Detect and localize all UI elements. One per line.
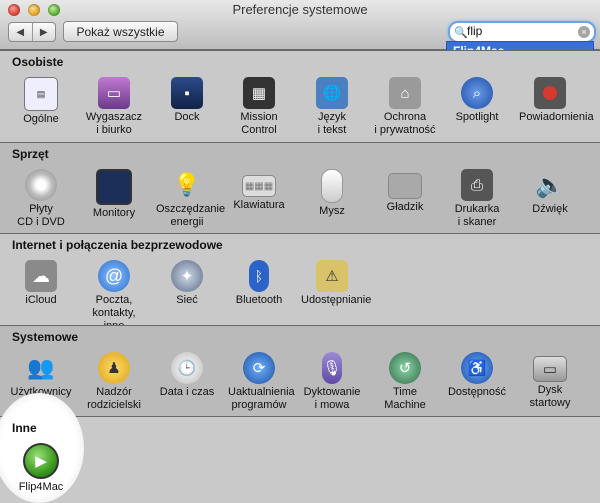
clear-search-icon[interactable]: × [578,26,590,38]
notifications-icon [534,77,566,109]
keyboard-icon: ▦▦▦ [242,175,276,197]
pane-software-update[interactable]: ⟳ Uaktualnienia programów [228,352,295,412]
pane-accessibility[interactable]: ♿ Dostępność [446,352,508,399]
pane-mouse[interactable]: Mysz [301,169,363,218]
section-title: Osobiste [12,55,64,69]
pane-time-machine[interactable]: ↺ Time Machine [374,352,436,412]
pane-icloud[interactable]: ☁ iCloud [10,260,72,307]
speaker-icon: 🔈 [535,171,565,199]
time-machine-icon: ↺ [389,352,421,384]
pane-keyboard[interactable]: ▦▦▦ Klawiatura [228,169,290,212]
back-button[interactable]: ◀ [9,23,32,41]
mouse-icon [321,169,343,203]
section-title: Internet i połączenia bezprzewodowe [12,238,223,252]
pane-displays[interactable]: Monitory [83,169,145,220]
section-osobiste: Osobiste ▤ Ogólne ▭ Wygaszacz i biurko ▪… [0,50,600,143]
pane-sound[interactable]: 🔈 Dźwięk [519,169,581,216]
globe-icon: ✦ [171,260,203,292]
section-systemowe: Systemowe 👥 Użytkownicy i grupy ♟ Nadzór… [0,325,600,417]
pane-cds-dvds[interactable]: Płyty CD i DVD [10,169,72,229]
un-flag-icon: 🌐 [316,77,348,109]
search-input-value[interactable]: flip [467,24,482,38]
bluetooth-icon: ᛒ [249,260,269,292]
pane-startup-disk[interactable]: ▭ Dysk startowy [519,352,581,410]
pane-printers[interactable]: ⎙ Drukarka i skaner [446,169,508,229]
search-field[interactable]: 🔍 flip × [448,21,596,43]
clock-icon: 🕒 [171,352,203,384]
software-update-icon: ⟳ [243,352,275,384]
pane-dock[interactable]: ▪ Dock [156,77,218,124]
play-icon: ▶ [23,443,59,479]
display-icon [96,169,132,205]
microphone-icon: 🎙 [322,352,342,384]
pane-mail-contacts[interactable]: @ Poczta, kontakty, inne [83,260,145,333]
section-title: Systemowe [12,330,79,344]
pane-notifications[interactable]: Powiadomienia [519,77,594,124]
section-title: Inne [12,421,37,435]
pane-bluetooth[interactable]: ᛒ Bluetooth [228,260,290,307]
forward-button[interactable]: ▶ [31,23,56,41]
pane-general[interactable]: ▤ Ogólne [10,77,72,126]
pane-mission-control[interactable]: ▦ Mission Control [228,77,290,137]
pane-date-time[interactable]: 🕒 Data i czas [156,352,218,399]
general-icon: ▤ [24,77,58,111]
dock-icon: ▪ [171,77,203,109]
pane-trackpad[interactable]: Gładzik [374,169,436,214]
accessibility-icon: ♿ [461,352,493,384]
trackpad-icon [388,173,422,199]
desktop-icon: ▭ [98,77,130,109]
pane-energy-saver[interactable]: 💡 Oszczędzanie energii [156,169,225,229]
cloud-icon: ☁ [25,260,57,292]
at-sign-icon: @ [98,260,130,292]
window-title: Preferencje systemowe [232,2,368,17]
pane-parental-controls[interactable]: ♟ Nadzór rodzicielski [83,352,145,412]
pane-dictation-speech[interactable]: 🎙 Dyktowanie i mowa [301,352,363,412]
pane-flip4mac[interactable]: ▶ Flip4Mac [10,443,72,494]
users-icon: 👥 [27,355,55,380]
parental-controls-icon: ♟ [98,352,130,384]
pane-desktop-screensaver[interactable]: ▭ Wygaszacz i biurko [83,77,145,137]
sharing-folder-icon: ⚠ [316,260,348,292]
section-inne: Inne ▶ Flip4Mac [0,393,600,503]
section-internet: Internet i połączenia bezprzewodowe ☁ iC… [0,233,600,332]
section-title: Sprzęt [12,147,49,161]
section-sprzet: Sprzęt Płyty CD i DVD Monitory 💡 Oszczęd… [0,142,600,234]
spotlight-icon: ⌕ [461,77,493,109]
pane-sharing[interactable]: ⚠ Udostępnianie [301,260,371,307]
search-icon: 🔍 [454,27,468,39]
pane-language[interactable]: 🌐 Język i tekst [301,77,363,137]
show-all-button[interactable]: Pokaż wszystkie [63,21,178,42]
house-icon: ⌂ [389,77,421,109]
disk-icon: ▭ [533,356,567,382]
mission-control-icon: ▦ [243,77,275,109]
system-preferences-window: Preferencje systemowe ◀ ▶ Pokaż wszystki… [0,0,600,503]
printer-icon: ⎙ [461,169,493,201]
disc-icon [25,169,57,201]
pane-security[interactable]: ⌂ Ochrona i prywatność [374,77,436,137]
pane-spotlight[interactable]: ⌕ Spotlight [446,77,508,124]
lightbulb-icon: 💡 [173,172,201,197]
nav-buttons: ◀ ▶ [8,22,56,42]
pane-network[interactable]: ✦ Sieć [156,260,218,307]
